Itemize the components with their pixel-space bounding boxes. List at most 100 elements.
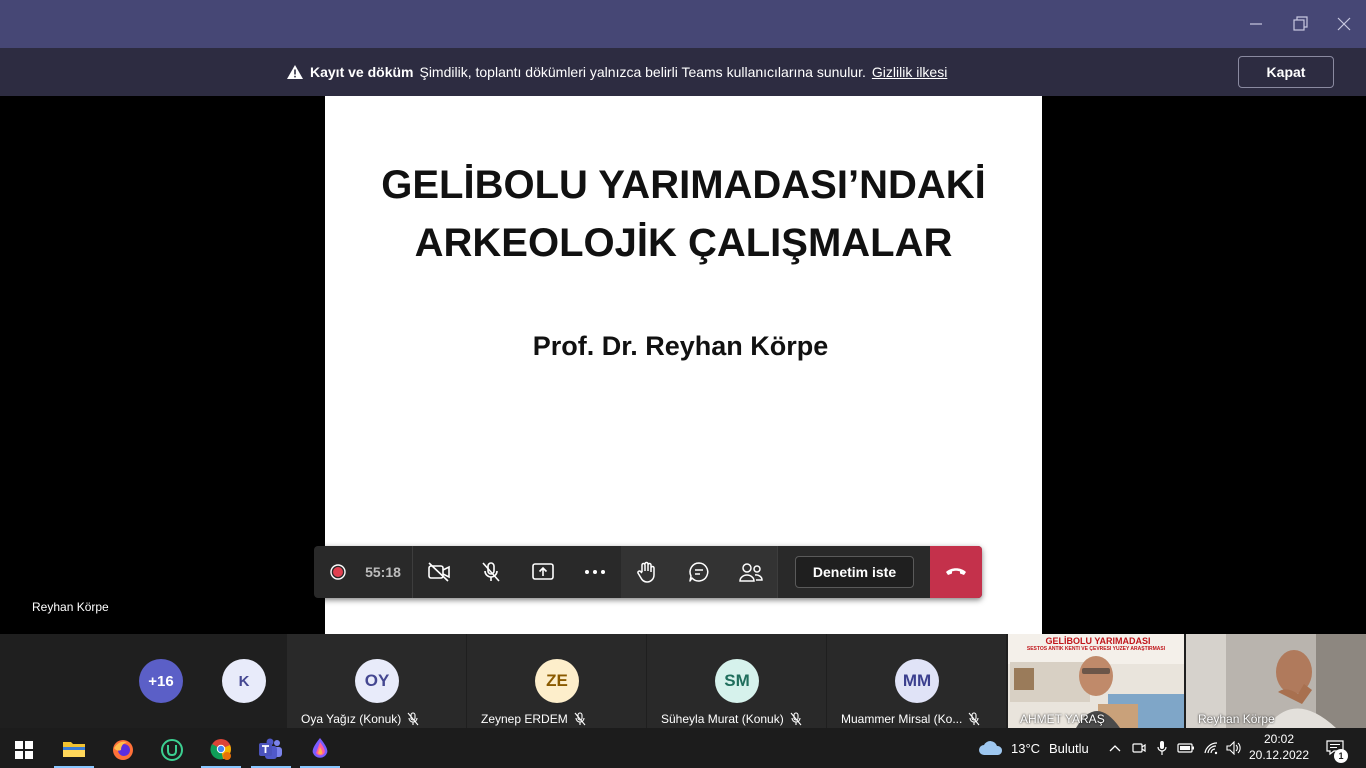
start-button[interactable] <box>4 732 44 768</box>
taskbar-uvpn[interactable] <box>152 732 192 768</box>
participant-avatar: MM <box>895 659 939 703</box>
participant-name-row: Zeynep ERDEM <box>481 712 586 726</box>
tray-expand-button[interactable] <box>1106 739 1124 757</box>
taskbar-drop-app[interactable] <box>300 732 340 768</box>
participant-name: AHMET YARAŞ <box>1020 712 1105 726</box>
minimize-icon <box>1250 23 1262 25</box>
tray-camera[interactable] <box>1130 739 1148 757</box>
weather-description[interactable]: Bulutlu <box>1049 741 1089 756</box>
taskbar-firefox[interactable] <box>103 732 143 768</box>
windows-logo-icon <box>15 741 33 759</box>
teams-icon <box>259 738 282 759</box>
participant-name-row: Muammer Mirsal (Ko... <box>841 712 980 726</box>
participant-tile[interactable]: SM Süheyla Murat (Konuk) <box>647 634 826 728</box>
more-participants-badge[interactable]: +16 <box>139 659 183 703</box>
folder-icon <box>63 742 85 757</box>
recording-indicator <box>328 546 348 598</box>
title-bar <box>0 0 1366 48</box>
participant-name: Süheyla Murat (Konuk) <box>661 712 784 726</box>
share-screen-icon <box>532 563 554 580</box>
chrome-icon <box>210 739 231 760</box>
slide-title: GELİBOLU YARIMADASI’NDAKİ ARKEOLOJİK ÇAL… <box>325 156 1042 272</box>
taskbar-file-explorer[interactable] <box>54 732 94 768</box>
microphone-icon <box>1157 741 1167 755</box>
participant-avatar: SM <box>715 659 759 703</box>
clock-date: 20.12.2022 <box>1248 748 1310 762</box>
people-icon <box>739 563 763 582</box>
tray-microphone[interactable] <box>1153 739 1171 757</box>
notification-title: Kayıt ve döküm <box>310 64 414 80</box>
share-button[interactable] <box>522 546 564 598</box>
weather-icon[interactable] <box>978 739 1004 757</box>
participants-button[interactable] <box>730 546 772 598</box>
participant-tile[interactable]: OY Oya Yağız (Konuk) <box>287 634 466 728</box>
taskbar-chrome[interactable] <box>201 732 241 768</box>
poster-subtitle: SESTOS ANTİK KENTİ VE ÇEVRESİ YÜZEY ARAŞ… <box>1026 646 1166 652</box>
chat-button[interactable] <box>678 546 720 598</box>
close-window-button[interactable] <box>1332 12 1356 36</box>
chevron-up-icon <box>1109 745 1121 752</box>
mic-muted-icon <box>968 712 980 726</box>
webcam-icon <box>1132 743 1146 753</box>
participant-name: Muammer Mirsal (Ko... <box>841 712 963 726</box>
chat-icon <box>689 562 709 582</box>
hand-icon <box>637 561 655 583</box>
participant-name: Oya Yağız (Konuk) <box>301 712 402 726</box>
participant-video-tile[interactable]: GELİBOLU YARIMADASI SESTOS ANTİK KENTİ V… <box>1008 634 1184 728</box>
hang-up-icon <box>946 568 966 575</box>
cloud-icon <box>979 741 1003 755</box>
battery-icon <box>1177 743 1194 753</box>
meeting-controls: 55:18 Denetim iste <box>314 546 982 598</box>
microphone-button[interactable] <box>470 546 512 598</box>
more-actions-button[interactable] <box>574 546 616 598</box>
notification-message: Şimdilik, toplantı dökümleri yalnızca be… <box>419 64 866 80</box>
participant-avatar: ZE <box>535 659 579 703</box>
separator <box>777 546 778 598</box>
participant-tile[interactable]: ZE Zeynep ERDEM <box>467 634 646 728</box>
mic-muted-icon <box>790 712 802 726</box>
dismiss-button[interactable]: Kapat <box>1238 56 1334 88</box>
wifi-icon <box>1204 742 1218 755</box>
participant-avatar-k[interactable]: K <box>222 659 266 703</box>
participant-strip: +16 K OY Oya Yağız (Konuk) ZE Zeynep ERD… <box>0 634 1366 728</box>
participant-name: Zeynep ERDEM <box>481 712 568 726</box>
slide-title-line-1: GELİBOLU YARIMADASI’NDAKİ <box>381 163 986 207</box>
camera-off-icon <box>428 562 450 582</box>
close-icon <box>1337 17 1351 31</box>
microphone-off-icon <box>482 562 500 582</box>
privacy-policy-link[interactable]: Gizlilik ilkesi <box>872 64 947 80</box>
participant-video-tile[interactable]: Reyhan Körpe <box>1186 634 1366 728</box>
request-control-button[interactable]: Denetim iste <box>795 556 914 588</box>
camera-button[interactable] <box>418 546 460 598</box>
leave-call-button[interactable] <box>930 546 982 598</box>
tray-volume[interactable] <box>1225 739 1243 757</box>
more-icon <box>585 570 605 574</box>
restore-icon <box>1293 16 1308 31</box>
restore-button[interactable] <box>1288 12 1312 36</box>
clock-time: 20:02 <box>1263 732 1295 746</box>
recording-notification-bar: Kayıt ve döküm Şimdilik, toplantı döküml… <box>0 48 1366 96</box>
taskbar-teams[interactable] <box>251 732 291 768</box>
record-icon <box>330 564 346 580</box>
slide-title-line-2: ARKEOLOJİK ÇALIŞMALAR <box>414 221 953 265</box>
firefox-icon <box>113 740 133 760</box>
minimize-button[interactable] <box>1244 12 1268 36</box>
participant-tile[interactable]: MM Muammer Mirsal (Ko... <box>827 634 1006 728</box>
separator <box>412 546 413 598</box>
tray-network[interactable] <box>1202 739 1220 757</box>
participant-name-row: Oya Yağız (Konuk) <box>301 712 419 726</box>
windows-taskbar: 13°C Bulutlu 20:02 20.12.2022 1 <box>0 728 1366 768</box>
meeting-timer: 55:18 <box>365 564 401 580</box>
poster-title: GELİBOLU YARIMADASI <box>1045 636 1151 646</box>
presenter-name: Reyhan Körpe <box>32 600 109 614</box>
slide-author: Prof. Dr. Reyhan Körpe <box>532 331 829 361</box>
mic-muted-icon <box>407 712 419 726</box>
participant-avatar: OY <box>355 659 399 703</box>
participant-name-row: Süheyla Murat (Konuk) <box>661 712 802 726</box>
mic-muted-icon <box>574 712 586 726</box>
participant-name: Reyhan Körpe <box>1198 712 1275 726</box>
weather-temperature[interactable]: 13°C <box>1011 741 1040 756</box>
raise-hand-button[interactable] <box>626 546 668 598</box>
tray-battery[interactable] <box>1177 739 1195 757</box>
system-clock[interactable]: 20:02 20.12.2022 <box>1248 731 1310 763</box>
